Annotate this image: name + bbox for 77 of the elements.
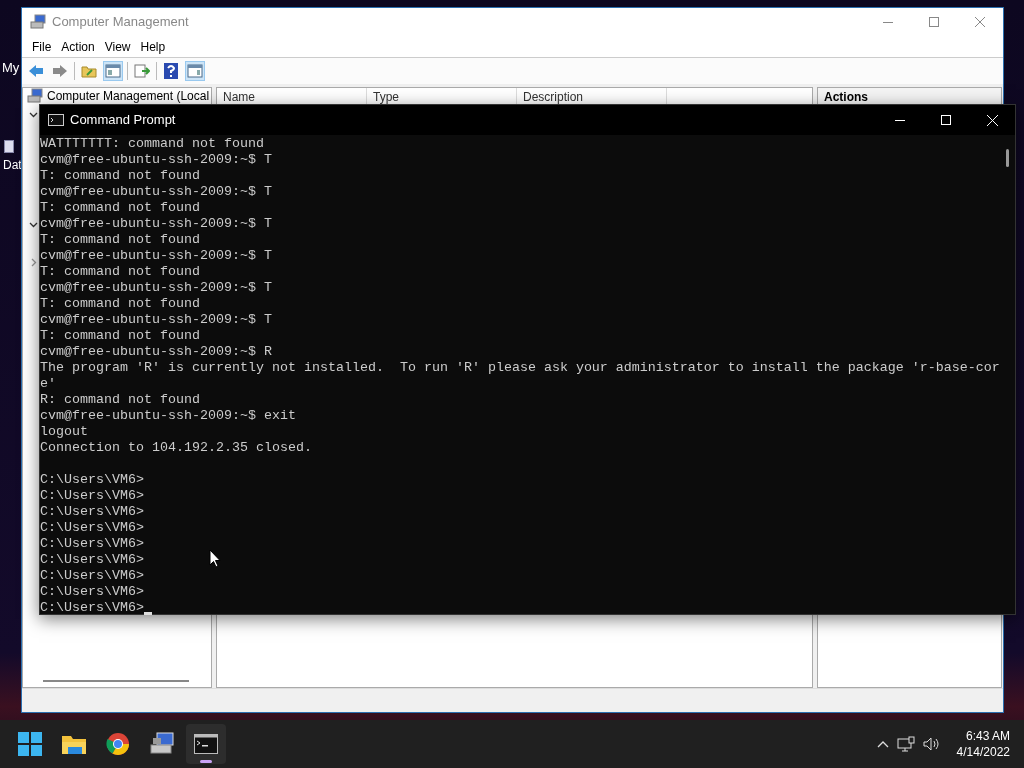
terminal-line: T: command not found: [40, 168, 200, 184]
action-pane-icon: [187, 64, 203, 78]
browser-icon: [106, 732, 130, 756]
computer-icon: [27, 88, 43, 104]
terminal-line: T: command not found: [40, 200, 200, 216]
menu-item[interactable]: Help: [136, 37, 170, 56]
actions-header: Actions: [824, 90, 868, 104]
terminal-line: The program 'R' is currently not installed. To run 'R' please ask your administrator to install the package 'r-base-cor: [40, 360, 1000, 376]
window-title: Computer Management: [52, 13, 189, 32]
terminal-line: C:\Users\VM6>: [40, 568, 144, 584]
desktop-icon-label[interactable]: My: [2, 58, 20, 78]
export-list-icon: [134, 64, 150, 78]
terminal-line: T: command not found: [40, 328, 200, 344]
toolbar-button[interactable]: [132, 61, 152, 81]
terminal-line: cvm@free-ubuntu-ssh-2009:~$ T: [40, 152, 272, 168]
file-icon: [4, 140, 14, 153]
minimize-icon: [883, 21, 893, 23]
terminal-line: C:\Users\VM6>: [40, 536, 144, 552]
terminal-line: cvm@free-ubuntu-ssh-2009:~$ T: [40, 280, 272, 296]
terminal-line: e': [40, 376, 56, 392]
terminal-line: C:\Users\VM6>: [40, 584, 144, 600]
scrollbar[interactable]: [43, 680, 189, 682]
mouse-pointer-icon: [209, 549, 221, 568]
terminal-line: cvm@free-ubuntu-ssh-2009:~$ T: [40, 312, 272, 328]
terminal-line: cvm@free-ubuntu-ssh-2009:~$ T: [40, 184, 272, 200]
menu-item[interactable]: View: [100, 37, 135, 56]
menu-item[interactable]: Action: [57, 37, 99, 56]
tree-pane-icon: [105, 64, 121, 78]
terminal-line: WATTTTTTT: command not found: [40, 136, 264, 152]
terminal-line: T: command not found: [40, 264, 200, 280]
terminal-icon: [48, 114, 64, 126]
maximize-icon: [929, 17, 939, 27]
close-icon: [986, 114, 998, 126]
toolbar-button[interactable]: [161, 61, 181, 81]
column-header[interactable]: Description: [523, 90, 584, 104]
speaker-icon[interactable]: [922, 736, 941, 752]
tree-root-label[interactable]: Computer Management (Local: [47, 89, 210, 103]
forward-arrow-icon: [52, 64, 68, 78]
terminal-line: cvm@free-ubuntu-ssh-2009:~$ T: [40, 248, 272, 264]
chevron-up-icon[interactable]: [876, 740, 889, 748]
computer-icon: [149, 732, 175, 756]
terminal-line: C:\Users\VM6>: [40, 472, 144, 488]
network-icon[interactable]: [896, 736, 915, 752]
scrollbar-thumb[interactable]: [1005, 149, 1009, 167]
terminal-line: C:\Users\VM6>: [40, 504, 144, 520]
minimize-icon: [895, 119, 905, 121]
toolbar-button[interactable]: [185, 61, 205, 81]
terminal-line: cvm@free-ubuntu-ssh-2009:~$ T: [40, 216, 272, 232]
taskbar-button[interactable]: [186, 724, 226, 764]
desktop-icon-label[interactable]: Dat: [3, 156, 22, 174]
column-header[interactable]: Type: [373, 90, 399, 104]
close-icon: [975, 17, 985, 27]
clock-time[interactable]: 6:43 AM: [965, 728, 1010, 744]
folder-icon: [81, 64, 97, 78]
column-header[interactable]: Name: [223, 90, 255, 104]
terminal-line: R: command not found: [40, 392, 200, 408]
menu-item[interactable]: File: [28, 37, 56, 56]
terminal-icon: [194, 734, 218, 754]
toolbar-button[interactable]: [103, 61, 123, 81]
clock-date[interactable]: 4/14/2022: [956, 744, 1010, 760]
folder-icon: [61, 733, 87, 755]
window-title: Command Prompt: [70, 111, 176, 130]
terminal-line: logout: [40, 424, 88, 440]
terminal-line: C:\Users\VM6>: [40, 600, 144, 616]
terminal-line: C:\Users\VM6>: [40, 520, 144, 536]
terminal-line: T: command not found: [40, 232, 200, 248]
back-arrow-icon: [28, 64, 44, 78]
terminal-line: C:\Users\VM6>: [40, 488, 144, 504]
terminal-line: cvm@free-ubuntu-ssh-2009:~$ R: [40, 344, 272, 360]
terminal-line: Connection to 104.192.2.35 closed.: [40, 440, 312, 456]
terminal-line: T: command not found: [40, 296, 200, 312]
terminal-line: cvm@free-ubuntu-ssh-2009:~$ exit: [40, 408, 296, 424]
help-icon: [164, 63, 178, 79]
terminal-line: C:\Users\VM6>: [40, 552, 144, 568]
maximize-icon: [941, 115, 951, 125]
computer-icon: [30, 14, 46, 30]
windows-start-icon: [18, 732, 42, 756]
